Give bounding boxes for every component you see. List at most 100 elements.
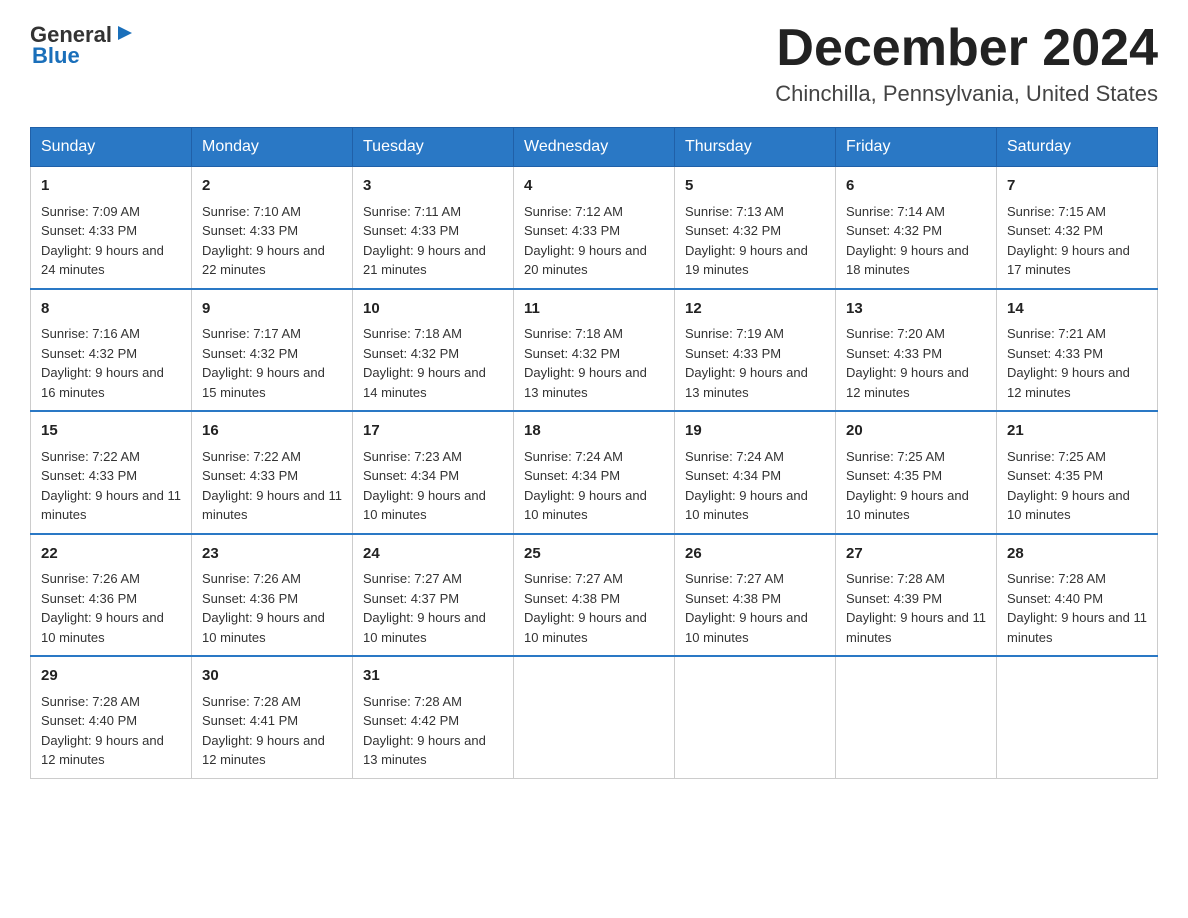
sunset-label: Sunset: 4:32 PM bbox=[1007, 223, 1103, 238]
sunset-label: Sunset: 4:41 PM bbox=[202, 713, 298, 728]
sunrise-label: Sunrise: 7:27 AM bbox=[363, 571, 462, 586]
sunrise-label: Sunrise: 7:28 AM bbox=[41, 694, 140, 709]
daylight-label: Daylight: 9 hours and 17 minutes bbox=[1007, 243, 1130, 278]
day-number: 14 bbox=[1007, 298, 1147, 321]
daylight-label: Daylight: 9 hours and 10 minutes bbox=[41, 610, 164, 645]
calendar-cell: 4 Sunrise: 7:12 AM Sunset: 4:33 PM Dayli… bbox=[514, 167, 675, 289]
calendar-cell bbox=[836, 656, 997, 778]
calendar-cell: 16 Sunrise: 7:22 AM Sunset: 4:33 PM Dayl… bbox=[192, 411, 353, 534]
daylight-label: Daylight: 9 hours and 10 minutes bbox=[363, 488, 486, 523]
sunrise-label: Sunrise: 7:11 AM bbox=[363, 204, 461, 219]
sunset-label: Sunset: 4:32 PM bbox=[846, 223, 942, 238]
sunrise-label: Sunrise: 7:15 AM bbox=[1007, 204, 1106, 219]
calendar-cell: 27 Sunrise: 7:28 AM Sunset: 4:39 PM Dayl… bbox=[836, 534, 997, 657]
daylight-label: Daylight: 9 hours and 24 minutes bbox=[41, 243, 164, 278]
sunrise-label: Sunrise: 7:17 AM bbox=[202, 326, 301, 341]
calendar-cell: 19 Sunrise: 7:24 AM Sunset: 4:34 PM Dayl… bbox=[675, 411, 836, 534]
day-number: 29 bbox=[41, 665, 181, 688]
calendar-week-row: 15 Sunrise: 7:22 AM Sunset: 4:33 PM Dayl… bbox=[31, 411, 1158, 534]
calendar-week-row: 8 Sunrise: 7:16 AM Sunset: 4:32 PM Dayli… bbox=[31, 289, 1158, 412]
calendar-table: SundayMondayTuesdayWednesdayThursdayFrid… bbox=[30, 127, 1158, 779]
day-number: 20 bbox=[846, 420, 986, 443]
sunrise-label: Sunrise: 7:13 AM bbox=[685, 204, 784, 219]
day-number: 6 bbox=[846, 175, 986, 198]
calendar-cell: 22 Sunrise: 7:26 AM Sunset: 4:36 PM Dayl… bbox=[31, 534, 192, 657]
sunrise-label: Sunrise: 7:18 AM bbox=[524, 326, 623, 341]
sunrise-label: Sunrise: 7:14 AM bbox=[846, 204, 945, 219]
sunrise-label: Sunrise: 7:22 AM bbox=[41, 449, 140, 464]
sunset-label: Sunset: 4:33 PM bbox=[202, 223, 298, 238]
calendar-cell: 2 Sunrise: 7:10 AM Sunset: 4:33 PM Dayli… bbox=[192, 167, 353, 289]
calendar-cell: 15 Sunrise: 7:22 AM Sunset: 4:33 PM Dayl… bbox=[31, 411, 192, 534]
daylight-label: Daylight: 9 hours and 10 minutes bbox=[363, 610, 486, 645]
calendar-cell: 18 Sunrise: 7:24 AM Sunset: 4:34 PM Dayl… bbox=[514, 411, 675, 534]
calendar-cell bbox=[514, 656, 675, 778]
sunrise-label: Sunrise: 7:09 AM bbox=[41, 204, 140, 219]
sunset-label: Sunset: 4:32 PM bbox=[41, 346, 137, 361]
sunset-label: Sunset: 4:38 PM bbox=[524, 591, 620, 606]
sunset-label: Sunset: 4:33 PM bbox=[202, 468, 298, 483]
daylight-label: Daylight: 9 hours and 10 minutes bbox=[202, 610, 325, 645]
calendar-cell: 26 Sunrise: 7:27 AM Sunset: 4:38 PM Dayl… bbox=[675, 534, 836, 657]
sunset-label: Sunset: 4:35 PM bbox=[1007, 468, 1103, 483]
sunset-label: Sunset: 4:35 PM bbox=[846, 468, 942, 483]
sunset-label: Sunset: 4:36 PM bbox=[41, 591, 137, 606]
calendar-cell: 7 Sunrise: 7:15 AM Sunset: 4:32 PM Dayli… bbox=[997, 167, 1158, 289]
day-number: 5 bbox=[685, 175, 825, 198]
daylight-label: Daylight: 9 hours and 20 minutes bbox=[524, 243, 647, 278]
calendar-cell: 24 Sunrise: 7:27 AM Sunset: 4:37 PM Dayl… bbox=[353, 534, 514, 657]
daylight-label: Daylight: 9 hours and 10 minutes bbox=[524, 610, 647, 645]
day-number: 19 bbox=[685, 420, 825, 443]
day-number: 9 bbox=[202, 298, 342, 321]
daylight-label: Daylight: 9 hours and 13 minutes bbox=[685, 365, 808, 400]
sunrise-label: Sunrise: 7:27 AM bbox=[685, 571, 784, 586]
calendar-cell: 29 Sunrise: 7:28 AM Sunset: 4:40 PM Dayl… bbox=[31, 656, 192, 778]
daylight-label: Daylight: 9 hours and 12 minutes bbox=[846, 365, 969, 400]
day-number: 7 bbox=[1007, 175, 1147, 198]
month-title: December 2024 bbox=[775, 20, 1158, 77]
day-number: 22 bbox=[41, 543, 181, 566]
day-number: 16 bbox=[202, 420, 342, 443]
sunset-label: Sunset: 4:34 PM bbox=[363, 468, 459, 483]
sunrise-label: Sunrise: 7:26 AM bbox=[202, 571, 301, 586]
daylight-label: Daylight: 9 hours and 15 minutes bbox=[202, 365, 325, 400]
daylight-label: Daylight: 9 hours and 12 minutes bbox=[1007, 365, 1130, 400]
sunset-label: Sunset: 4:32 PM bbox=[685, 223, 781, 238]
daylight-label: Daylight: 9 hours and 11 minutes bbox=[41, 488, 181, 523]
daylight-label: Daylight: 9 hours and 13 minutes bbox=[363, 733, 486, 768]
calendar-cell: 13 Sunrise: 7:20 AM Sunset: 4:33 PM Dayl… bbox=[836, 289, 997, 412]
weekday-header-monday: Monday bbox=[192, 128, 353, 167]
sunset-label: Sunset: 4:33 PM bbox=[41, 468, 137, 483]
sunrise-label: Sunrise: 7:16 AM bbox=[41, 326, 140, 341]
sunrise-label: Sunrise: 7:20 AM bbox=[846, 326, 945, 341]
sunrise-label: Sunrise: 7:28 AM bbox=[202, 694, 301, 709]
calendar-cell: 12 Sunrise: 7:19 AM Sunset: 4:33 PM Dayl… bbox=[675, 289, 836, 412]
calendar-cell: 14 Sunrise: 7:21 AM Sunset: 4:33 PM Dayl… bbox=[997, 289, 1158, 412]
sunset-label: Sunset: 4:39 PM bbox=[846, 591, 942, 606]
sunrise-label: Sunrise: 7:28 AM bbox=[846, 571, 945, 586]
sunset-label: Sunset: 4:37 PM bbox=[363, 591, 459, 606]
sunset-label: Sunset: 4:33 PM bbox=[524, 223, 620, 238]
daylight-label: Daylight: 9 hours and 10 minutes bbox=[685, 488, 808, 523]
daylight-label: Daylight: 9 hours and 13 minutes bbox=[524, 365, 647, 400]
calendar-cell: 8 Sunrise: 7:16 AM Sunset: 4:32 PM Dayli… bbox=[31, 289, 192, 412]
calendar-cell: 28 Sunrise: 7:28 AM Sunset: 4:40 PM Dayl… bbox=[997, 534, 1158, 657]
sunset-label: Sunset: 4:33 PM bbox=[1007, 346, 1103, 361]
logo-arrow-icon bbox=[114, 22, 136, 44]
calendar-cell bbox=[675, 656, 836, 778]
sunset-label: Sunset: 4:36 PM bbox=[202, 591, 298, 606]
daylight-label: Daylight: 9 hours and 22 minutes bbox=[202, 243, 325, 278]
daylight-label: Daylight: 9 hours and 16 minutes bbox=[41, 365, 164, 400]
calendar-cell: 20 Sunrise: 7:25 AM Sunset: 4:35 PM Dayl… bbox=[836, 411, 997, 534]
sunrise-label: Sunrise: 7:27 AM bbox=[524, 571, 623, 586]
calendar-cell: 25 Sunrise: 7:27 AM Sunset: 4:38 PM Dayl… bbox=[514, 534, 675, 657]
weekday-header-tuesday: Tuesday bbox=[353, 128, 514, 167]
daylight-label: Daylight: 9 hours and 19 minutes bbox=[685, 243, 808, 278]
sunset-label: Sunset: 4:33 PM bbox=[41, 223, 137, 238]
daylight-label: Daylight: 9 hours and 14 minutes bbox=[363, 365, 486, 400]
daylight-label: Daylight: 9 hours and 11 minutes bbox=[1007, 610, 1147, 645]
daylight-label: Daylight: 9 hours and 11 minutes bbox=[202, 488, 342, 523]
sunrise-label: Sunrise: 7:19 AM bbox=[685, 326, 784, 341]
sunrise-label: Sunrise: 7:28 AM bbox=[1007, 571, 1106, 586]
calendar-cell: 23 Sunrise: 7:26 AM Sunset: 4:36 PM Dayl… bbox=[192, 534, 353, 657]
